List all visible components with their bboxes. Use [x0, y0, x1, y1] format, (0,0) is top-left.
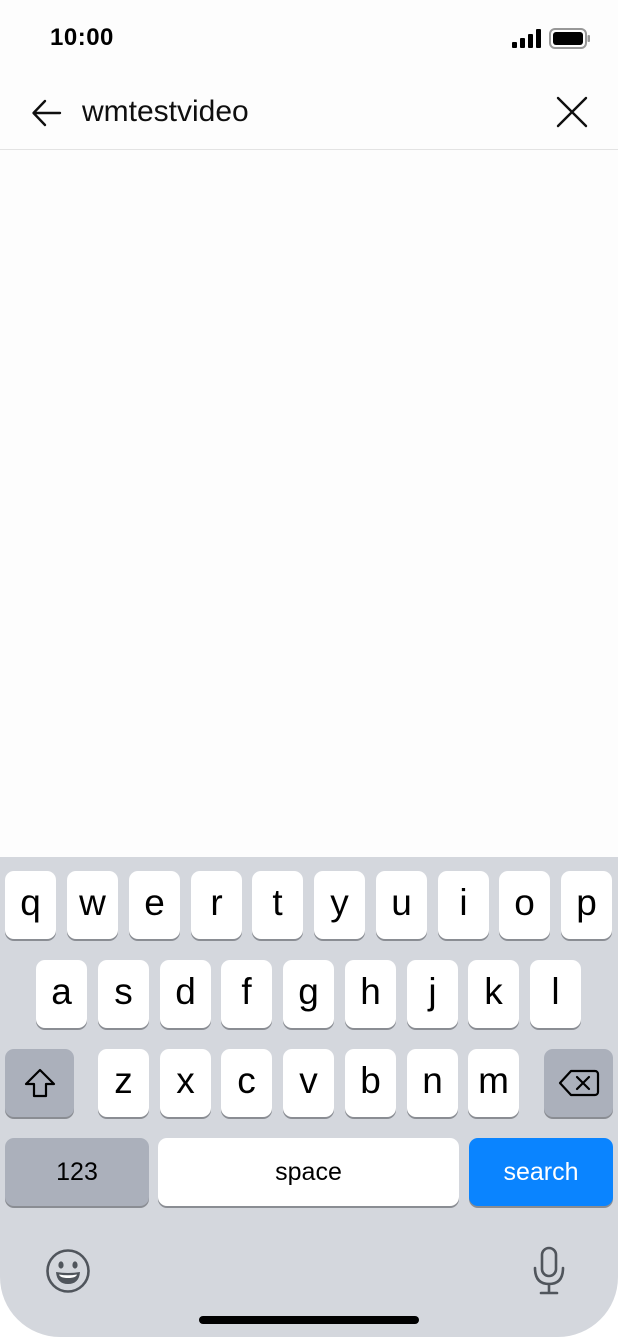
- key-q[interactable]: q: [5, 871, 56, 939]
- key-z[interactable]: z: [98, 1049, 149, 1117]
- key-s[interactable]: s: [98, 960, 149, 1028]
- key-i[interactable]: i: [438, 871, 489, 939]
- clear-search-button[interactable]: [547, 87, 597, 137]
- key-x[interactable]: x: [160, 1049, 211, 1117]
- key-l[interactable]: l: [530, 960, 581, 1028]
- key-k[interactable]: k: [468, 960, 519, 1028]
- emoji-icon: [46, 1249, 90, 1293]
- key-u[interactable]: u: [376, 871, 427, 939]
- arrow-left-icon: [32, 99, 62, 127]
- dictation-button[interactable]: [523, 1243, 575, 1299]
- key-w[interactable]: w: [67, 871, 118, 939]
- shift-icon: [24, 1068, 55, 1098]
- home-indicator[interactable]: [199, 1316, 419, 1324]
- search-key[interactable]: search: [469, 1138, 613, 1206]
- search-input[interactable]: [82, 90, 522, 134]
- numbers-key[interactable]: 123: [5, 1138, 149, 1206]
- key-v[interactable]: v: [283, 1049, 334, 1117]
- microphone-icon: [533, 1246, 565, 1295]
- search-results-area: [0, 151, 618, 857]
- key-g[interactable]: g: [283, 960, 334, 1028]
- status-bar: 10:00: [0, 0, 618, 78]
- status-time: 10:00: [50, 24, 114, 51]
- key-p[interactable]: p: [561, 871, 612, 939]
- key-y[interactable]: y: [314, 871, 365, 939]
- key-e[interactable]: e: [129, 871, 180, 939]
- key-m[interactable]: m: [468, 1049, 519, 1117]
- emoji-button[interactable]: [42, 1245, 94, 1297]
- close-icon: [556, 96, 588, 128]
- cellular-signal-icon: [512, 29, 541, 48]
- key-b[interactable]: b: [345, 1049, 396, 1117]
- key-o[interactable]: o: [499, 871, 550, 939]
- key-a[interactable]: a: [36, 960, 87, 1028]
- search-header: [0, 78, 618, 150]
- back-button[interactable]: [22, 88, 72, 138]
- key-n[interactable]: n: [407, 1049, 458, 1117]
- key-f[interactable]: f: [221, 960, 272, 1028]
- keyboard: q w e r t y u i o p a s d f g h j k l z …: [0, 857, 618, 1337]
- shift-key[interactable]: [5, 1049, 74, 1117]
- phone-screen: 10:00 q w e: [0, 0, 618, 1337]
- key-d[interactable]: d: [160, 960, 211, 1028]
- key-j[interactable]: j: [407, 960, 458, 1028]
- key-r[interactable]: r: [191, 871, 242, 939]
- battery-full-icon: [549, 28, 590, 49]
- key-c[interactable]: c: [221, 1049, 272, 1117]
- key-t[interactable]: t: [252, 871, 303, 939]
- key-h[interactable]: h: [345, 960, 396, 1028]
- space-key[interactable]: space: [158, 1138, 459, 1206]
- delete-key[interactable]: [544, 1049, 613, 1117]
- backspace-icon: [558, 1069, 599, 1097]
